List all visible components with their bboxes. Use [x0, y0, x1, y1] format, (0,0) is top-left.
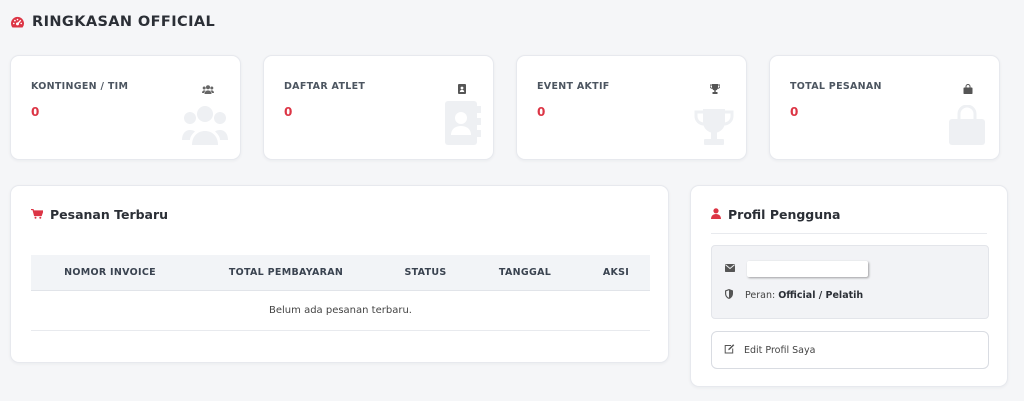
- user-icon: [711, 207, 721, 222]
- cart-icon: [31, 207, 44, 222]
- stat-card-event: EVENT AKTIF 0: [516, 55, 747, 160]
- stat-label: KONTINGEN / TIM: [31, 81, 129, 92]
- address-book-watermark-icon: [445, 101, 481, 149]
- stat-value: 0: [31, 105, 40, 119]
- stat-card-atlet: DAFTAR ATLET 0: [263, 55, 494, 160]
- page-title: RINGKASAN OFFICIAL: [32, 14, 216, 30]
- stat-label: DAFTAR ATLET: [284, 81, 366, 92]
- stat-label: EVENT AKTIF: [537, 81, 610, 92]
- trophy-icon: [709, 79, 721, 98]
- stat-card-kontingen: KONTINGEN / TIM 0: [10, 55, 241, 160]
- recent-orders-card: Pesanan Terbaru NOMOR INVOICE TOTAL PEMB…: [10, 185, 669, 363]
- email-row: [725, 261, 868, 277]
- users-icon: [202, 79, 214, 98]
- dashboard-icon: [10, 16, 25, 29]
- column-header[interactable]: TANGGAL: [468, 255, 582, 291]
- recent-orders-title: Pesanan Terbaru: [50, 207, 169, 222]
- divider: [711, 233, 987, 234]
- empty-state-text: Belum ada pesanan terbaru.: [31, 290, 650, 331]
- role-value: Official / Pelatih: [778, 290, 864, 301]
- column-header[interactable]: AKSI: [582, 255, 650, 291]
- shopping-bag-icon: [963, 79, 973, 98]
- stat-card-pesanan: TOTAL PESANAN 0: [769, 55, 1000, 160]
- redacted-email: [747, 261, 868, 277]
- profile-header: Profil Pengguna: [711, 207, 840, 222]
- profile-card: Profil Pengguna Peran: Official / Pelati…: [690, 185, 1008, 387]
- table-header-row: NOMOR INVOICE TOTAL PEMBAYARAN STATUS TA…: [31, 255, 650, 291]
- recent-orders-header: Pesanan Terbaru: [31, 207, 168, 222]
- column-header[interactable]: STATUS: [383, 255, 468, 291]
- column-header[interactable]: TOTAL PEMBAYARAN: [189, 255, 383, 291]
- role-text: Peran: Official / Pelatih: [745, 290, 863, 301]
- profile-info-box: Peran: Official / Pelatih: [711, 245, 989, 319]
- orders-table: NOMOR INVOICE TOTAL PEMBAYARAN STATUS TA…: [31, 255, 650, 331]
- address-book-icon: [458, 79, 467, 98]
- shield-icon: [725, 289, 733, 302]
- edit-icon: [724, 343, 735, 357]
- edit-profile-label: Edit Profil Saya: [744, 344, 816, 356]
- envelope-icon: [725, 263, 735, 275]
- stat-value: 0: [537, 105, 546, 119]
- stat-label: TOTAL PESANAN: [790, 81, 882, 92]
- users-watermark-icon: [182, 105, 228, 149]
- stat-value: 0: [284, 105, 293, 119]
- role-label: Peran:: [745, 290, 776, 301]
- trophy-watermark-icon: [694, 109, 734, 149]
- page-header: RINGKASAN OFFICIAL: [10, 14, 215, 30]
- stat-value: 0: [790, 105, 799, 119]
- table-row: Belum ada pesanan terbaru.: [31, 290, 650, 331]
- role-row: Peran: Official / Pelatih: [725, 289, 863, 302]
- edit-profile-button[interactable]: Edit Profil Saya: [711, 331, 989, 369]
- shopping-bag-watermark-icon: [947, 104, 987, 149]
- column-header[interactable]: NOMOR INVOICE: [31, 255, 189, 291]
- profile-title: Profil Pengguna: [728, 207, 841, 222]
